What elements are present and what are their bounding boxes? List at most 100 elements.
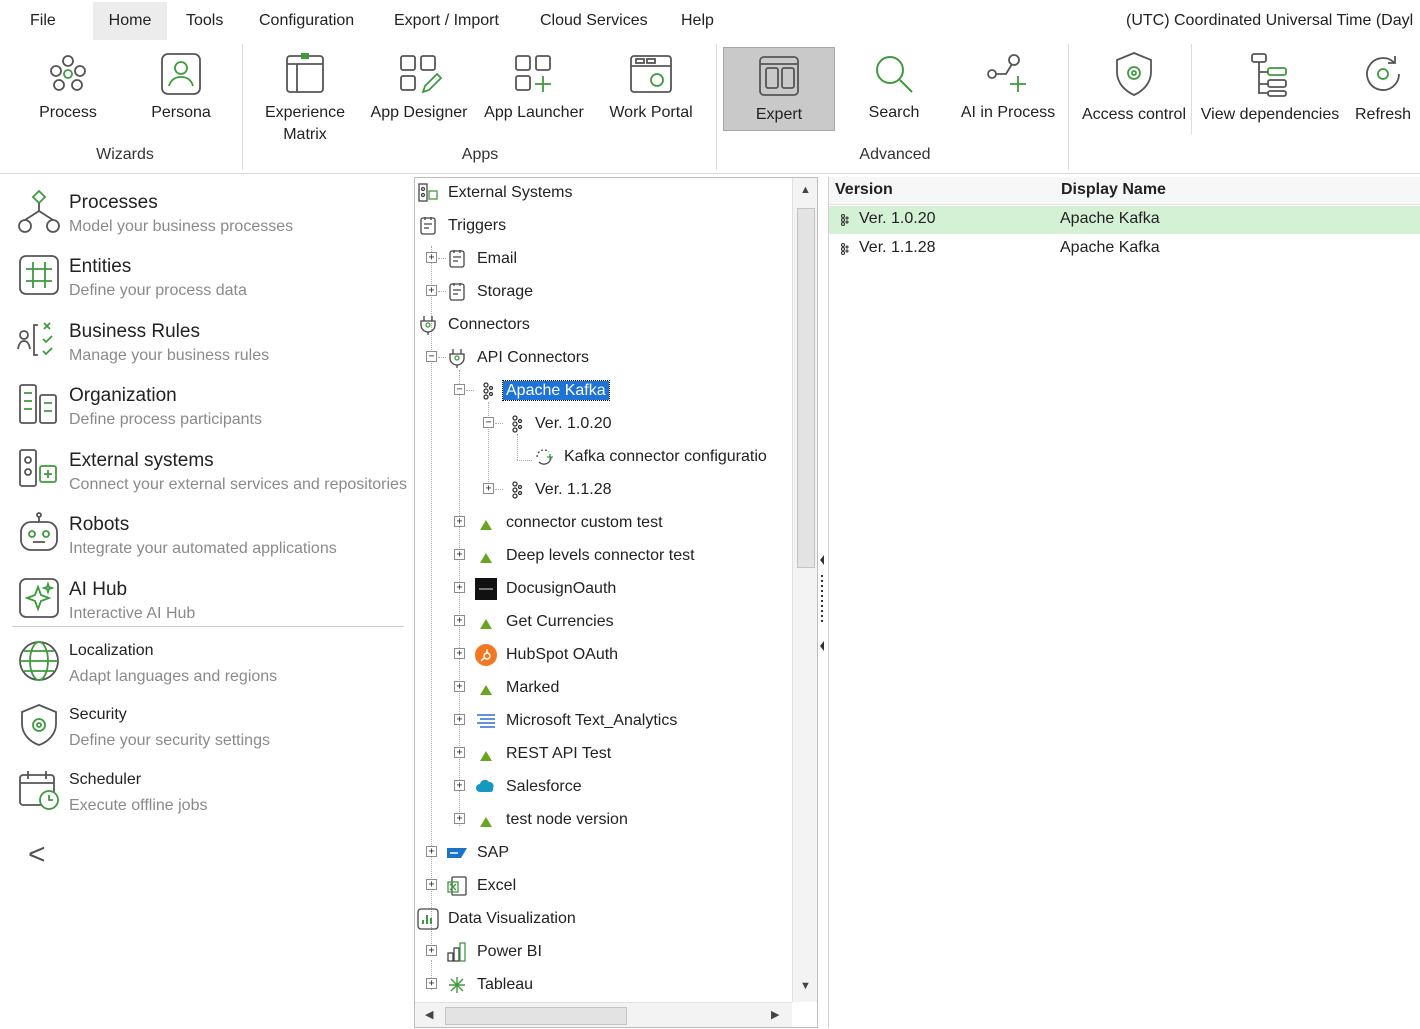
scroll-down-arrow[interactable]: ▼ [800, 980, 811, 992]
tree-node-email[interactable]: Email [446, 246, 520, 272]
scrollbar-thumb[interactable] [797, 208, 815, 568]
expand-toggle[interactable]: + [483, 483, 494, 494]
menu-home[interactable]: Home [93, 2, 167, 40]
tree-panel: External Systems Triggers + Email + Stor… [414, 177, 818, 1028]
menu-tools[interactable]: Tools [174, 2, 235, 40]
expand-toggle[interactable]: + [454, 747, 465, 758]
work-portal-button[interactable]: Work Portal [602, 42, 700, 132]
expand-toggle[interactable]: + [426, 252, 437, 263]
nav-item-organization[interactable]: Organization Define process participants [10, 375, 410, 435]
storage-trigger-icon [446, 281, 468, 303]
tree-node-version[interactable]: Ver. 1.0.20 [504, 411, 615, 437]
ai-in-process-button[interactable]: AI in Process [955, 42, 1061, 132]
collapse-panel-button[interactable]: < [28, 838, 46, 872]
expand-toggle[interactable]: + [426, 945, 437, 956]
collapse-toggle[interactable]: − [426, 351, 437, 362]
salesforce-cloud-icon [475, 776, 497, 798]
expand-toggle[interactable]: + [454, 582, 465, 593]
scrollbar-thumb[interactable] [445, 1007, 627, 1025]
tree-node-connector[interactable]: Marked [475, 675, 562, 701]
tree-node-connector[interactable]: Salesforce [475, 774, 585, 800]
scroll-up-arrow[interactable]: ▲ [800, 184, 811, 196]
tree-guide-line [438, 357, 446, 358]
tree-vertical-scrollbar[interactable]: ▲ ▼ [792, 178, 817, 1002]
bar-chart-icon [417, 908, 439, 930]
search-button[interactable]: Search [852, 42, 936, 132]
tree-node-tableau[interactable]: Tableau [446, 972, 536, 998]
process-button[interactable]: Process [22, 42, 114, 132]
app-launcher-button[interactable]: App Launcher [481, 42, 587, 132]
nav-item-entities[interactable]: Entities Define your process data [10, 246, 410, 306]
menu-bar: File Home Tools Configuration Export / I… [0, 0, 1420, 40]
collapse-toggle[interactable]: − [483, 417, 494, 428]
expand-toggle[interactable]: + [454, 681, 465, 692]
hubspot-icon [475, 644, 497, 666]
collapse-toggle[interactable]: − [454, 384, 465, 395]
tree-node-connector[interactable]: Get Currencies [475, 609, 617, 635]
nav-item-robots[interactable]: Robots Integrate your automated applicat… [10, 504, 410, 564]
tree-node-apache-kafka[interactable]: Apache Kafka [475, 378, 610, 404]
experience-matrix-button[interactable]: Experience Matrix [256, 42, 354, 143]
tree-node-external-systems[interactable]: External Systems [417, 180, 575, 206]
nav-item-business-rules[interactable]: Business Rules Manage your business rule… [10, 311, 410, 371]
nav-item-localization[interactable]: Localization Adapt languages and regions [10, 632, 410, 692]
tree-node-connectors[interactable]: Connectors [417, 312, 533, 338]
expand-toggle[interactable]: + [454, 549, 465, 560]
menu-cloud-services[interactable]: Cloud Services [528, 2, 660, 40]
scroll-right-arrow[interactable]: ▶ [771, 1008, 779, 1021]
expand-toggle[interactable]: + [426, 879, 437, 890]
expand-toggle[interactable]: + [426, 285, 437, 296]
expand-toggle[interactable]: + [454, 813, 465, 824]
nav-item-security[interactable]: Security Define your security settings [10, 696, 410, 756]
menu-export-import[interactable]: Export / Import [382, 2, 511, 40]
access-control-button[interactable]: Access control [1078, 42, 1190, 132]
persona-button[interactable]: Persona [138, 42, 224, 132]
tree-node-connector[interactable]: Deep levels connector test [475, 543, 698, 569]
column-header-display-name[interactable]: Display Name [1061, 181, 1166, 199]
app-designer-button[interactable]: App Designer [366, 42, 472, 132]
panel-splitter[interactable] [818, 177, 826, 1028]
column-header-version[interactable]: Version [835, 181, 893, 199]
tree-horizontal-scrollbar[interactable]: ◀ ▶ [415, 1002, 792, 1027]
tree-node-connector[interactable]: DocusignOauth [475, 576, 619, 602]
tree-guide-line [495, 489, 503, 490]
expand-toggle[interactable]: + [426, 846, 437, 857]
menu-configuration[interactable]: Configuration [247, 2, 366, 40]
view-dependencies-button[interactable]: View dependencies [1196, 42, 1344, 132]
expand-toggle[interactable]: + [454, 780, 465, 791]
search-icon [870, 50, 918, 98]
tree-node-kafka-configuration[interactable]: Kafka connector configuratio [533, 444, 770, 470]
tree-guide-line [495, 423, 503, 424]
nav-item-processes[interactable]: Processes Model your business processes [10, 182, 410, 242]
nav-item-scheduler[interactable]: Scheduler Execute offline jobs [10, 761, 410, 821]
tree-guide-line [438, 291, 446, 292]
expand-toggle[interactable]: + [454, 714, 465, 725]
tree-node-storage[interactable]: Storage [446, 279, 536, 305]
nav-item-ai-hub[interactable]: AI Hub Interactive AI Hub [10, 569, 410, 629]
external-systems-icon [417, 182, 439, 204]
tree-node-connector[interactable]: Microsoft Text_Analytics [475, 708, 680, 734]
tree-node-version[interactable]: Ver. 1.1.28 [504, 477, 615, 503]
tree-node-connector[interactable]: HubSpot OAuth [475, 642, 621, 668]
refresh-button[interactable]: Refresh [1350, 42, 1416, 132]
scroll-left-arrow[interactable]: ◀ [425, 1008, 433, 1021]
tree-node-connector[interactable]: test node version [475, 807, 631, 833]
table-row[interactable]: Ver. 1.0.20 Apache Kafka [829, 206, 1420, 234]
menu-file[interactable]: File [18, 2, 68, 40]
tree-node-power-bi[interactable]: Power BI [446, 939, 545, 965]
expand-toggle[interactable]: + [454, 615, 465, 626]
expand-toggle[interactable]: + [426, 978, 437, 989]
table-row[interactable]: Ver. 1.1.28 Apache Kafka [829, 235, 1420, 263]
expand-toggle[interactable]: + [454, 648, 465, 659]
expert-button[interactable]: Expert [723, 47, 835, 131]
menu-help[interactable]: Help [669, 2, 726, 40]
nav-item-external-systems[interactable]: External systems Connect your external s… [10, 440, 410, 500]
tree-node-data-visualization[interactable]: Data Visualization [417, 906, 579, 932]
tree-node-triggers[interactable]: Triggers [417, 213, 509, 239]
tree-node-connector[interactable]: connector custom test [475, 510, 666, 536]
tree-node-connector[interactable]: REST API Test [475, 741, 614, 767]
expand-toggle[interactable]: + [454, 516, 465, 527]
tree-node-sap[interactable]: SAP [446, 840, 512, 866]
tree-node-excel[interactable]: Excel [446, 873, 519, 899]
tree-node-api-connectors[interactable]: API Connectors [446, 345, 592, 371]
